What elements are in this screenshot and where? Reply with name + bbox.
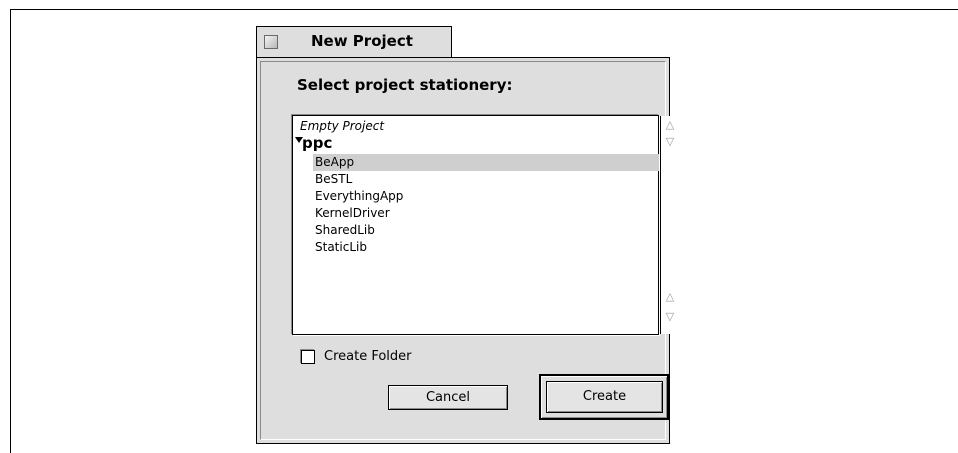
list-item-label: BeApp: [315, 155, 355, 169]
scroll-down-arrow-icon[interactable]: ▽: [662, 134, 678, 150]
create-folder-checkbox[interactable]: [301, 350, 315, 364]
create-folder-label[interactable]: Create Folder: [324, 349, 412, 364]
dialog-heading: Select project stationery:: [297, 76, 513, 94]
create-button[interactable]: Create: [546, 381, 663, 413]
list-item-everythingapp[interactable]: EverythingApp: [293, 188, 659, 205]
scroll-down-arrow-icon[interactable]: ▽: [662, 309, 678, 325]
cancel-button[interactable]: Cancel: [388, 385, 508, 410]
list-item-bestl[interactable]: BeSTL: [293, 171, 659, 188]
new-project-dialog: Select project stationery: Empty Project…: [256, 57, 678, 444]
list-item-label: BeSTL: [315, 172, 353, 186]
window-tab[interactable]: New Project: [256, 26, 452, 58]
zoom-box-icon[interactable]: [264, 35, 278, 49]
list-item-sharedlib[interactable]: SharedLib: [293, 222, 659, 239]
window-title: New Project: [311, 32, 413, 50]
list-group-label: ppc: [302, 134, 333, 152]
list-item-beapp[interactable]: BeApp: [313, 154, 659, 171]
scroll-up-arrow-icon[interactable]: △: [662, 289, 678, 305]
stationery-list-area: Empty Project ppc BeApp BeSTL Everything…: [293, 116, 659, 334]
list-item-label: KernelDriver: [315, 206, 390, 220]
stationery-list[interactable]: Empty Project ppc BeApp BeSTL Everything…: [292, 115, 678, 335]
list-item-kerneldriver[interactable]: KernelDriver: [293, 205, 659, 222]
list-item-label: Empty Project: [300, 119, 385, 133]
list-item-label: StaticLib: [315, 240, 367, 254]
list-item-label: SharedLib: [315, 223, 375, 237]
page-frame-top: [10, 9, 958, 10]
list-item-staticlib[interactable]: StaticLib: [293, 239, 659, 256]
list-scrollbar[interactable]: △ ▽ △ ▽: [660, 116, 678, 334]
scroll-up-arrow-icon[interactable]: △: [662, 117, 678, 133]
list-item-empty-project[interactable]: Empty Project: [293, 118, 659, 135]
list-item-label: EverythingApp: [315, 189, 404, 203]
list-group-ppc[interactable]: ppc: [293, 134, 659, 153]
page-frame-left: [10, 9, 11, 453]
